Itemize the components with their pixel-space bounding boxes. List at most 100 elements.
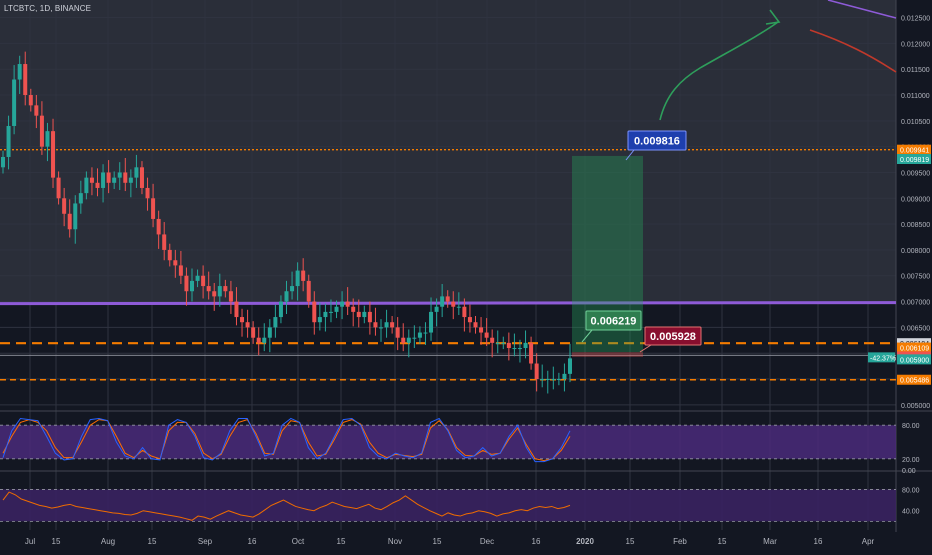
candle-body: [551, 379, 556, 381]
candle-body: [95, 182, 100, 188]
candle-body: [173, 260, 178, 266]
stoch-tick: 80.00: [902, 423, 920, 430]
candle-body: [273, 317, 278, 328]
candle-body: [223, 286, 228, 292]
candle-body: [312, 301, 317, 323]
price-tick: 0.008000: [901, 248, 930, 255]
time-tick: 16: [814, 537, 823, 546]
candle-body: [523, 342, 528, 349]
price-tag: 0.005900: [900, 357, 929, 364]
candle-body: [301, 270, 306, 281]
candle-body: [506, 342, 511, 349]
price-tick: 0.007500: [901, 274, 930, 281]
candle-body: [545, 379, 550, 381]
candle-body: [34, 105, 39, 116]
candle-body: [340, 301, 345, 307]
price-tick: 0.007000: [901, 300, 930, 307]
candle-body: [89, 177, 94, 183]
price-tick: 0.006500: [901, 325, 930, 332]
candle-body: [195, 275, 200, 281]
candle-body: [151, 198, 156, 219]
candle-body: [167, 249, 172, 261]
candle-body: [278, 301, 283, 318]
candle-body: [256, 337, 261, 343]
candle-body: [128, 177, 133, 183]
candle-body: [484, 332, 489, 338]
candle-body: [156, 218, 161, 235]
candle-body: [162, 234, 167, 250]
candle-body: [323, 311, 328, 318]
pct-tag: -42.37%: [870, 355, 896, 362]
candle-body: [212, 291, 217, 297]
candle-body: [251, 327, 256, 338]
time-tick: Mar: [763, 537, 777, 546]
candle-body: [56, 177, 61, 199]
candle-body: [23, 64, 28, 96]
candle-body: [434, 306, 439, 312]
candle-body: [356, 311, 361, 318]
candle-body: [45, 131, 50, 147]
candle-body: [17, 64, 22, 80]
candle-body: [345, 301, 350, 307]
candle-body: [490, 337, 495, 343]
candle-body: [101, 172, 106, 188]
range-zone: [0, 0, 896, 304]
price-tick: 0.011000: [901, 93, 930, 100]
candle-body: [267, 327, 272, 338]
time-tick: Dec: [480, 537, 494, 546]
rsi-tick: 40.00: [902, 509, 920, 516]
candle-body: [367, 311, 372, 323]
time-tick: Aug: [101, 537, 115, 546]
candle-body: [423, 332, 428, 334]
entry-label: 0.006219: [591, 316, 637, 328]
candle-body: [462, 306, 467, 318]
candle-body: [234, 301, 239, 318]
candle-body: [12, 79, 17, 126]
candle-body: [28, 95, 33, 106]
price-tag: 0.009941: [900, 148, 929, 155]
candle-body: [429, 311, 434, 333]
candle-body: [445, 296, 450, 302]
candle-body: [67, 213, 72, 230]
candle-body: [295, 270, 300, 287]
candle-body: [84, 177, 89, 194]
rsi-tick: 80.00: [902, 487, 920, 494]
candle-body: [395, 327, 400, 338]
candle-body: [39, 115, 44, 147]
candle-body: [456, 306, 461, 308]
price-tag: 0.009819: [900, 157, 929, 164]
candle-body: [351, 306, 356, 312]
price-tick: 0.005000: [901, 403, 930, 410]
candle-body: [379, 327, 383, 329]
candle-body: [112, 177, 117, 183]
candle-body: [529, 342, 534, 364]
candle-body: [517, 348, 522, 350]
candle-body: [228, 291, 233, 302]
candle-body: [134, 167, 139, 178]
candle-body: [184, 275, 189, 292]
candle-body: [240, 317, 245, 323]
loss-zone: [572, 352, 643, 357]
chart-root[interactable]: 0.009816 0.006219 0.005928 0.012500 0.012000…: [0, 0, 932, 550]
candle-body: [1, 156, 5, 168]
candle-body: [534, 363, 539, 380]
candle-body: [568, 358, 572, 374]
candle-body: [467, 317, 472, 323]
candle-body: [178, 265, 183, 276]
candle-body: [217, 286, 222, 297]
candle-body: [117, 172, 122, 178]
candle-body: [145, 187, 150, 199]
candle-body: [384, 322, 389, 328]
price-tick: 0.008500: [901, 222, 930, 229]
candle-body: [123, 172, 128, 183]
symbol-title: LTCBTC, 1D, BINANCE: [4, 4, 92, 13]
stop-label: 0.005928: [650, 331, 696, 343]
candle-body: [78, 193, 83, 204]
price-tag: 0.005486: [900, 378, 929, 385]
price-tick: 0.012500: [901, 16, 930, 23]
time-tick: 16: [248, 537, 257, 546]
candle-body: [206, 286, 211, 292]
time-tick: Jul: [25, 537, 35, 546]
candle-body: [473, 322, 478, 328]
chart-canvas[interactable]: 0.009816 0.006219 0.005928 0.012500 0.012000…: [0, 0, 932, 550]
